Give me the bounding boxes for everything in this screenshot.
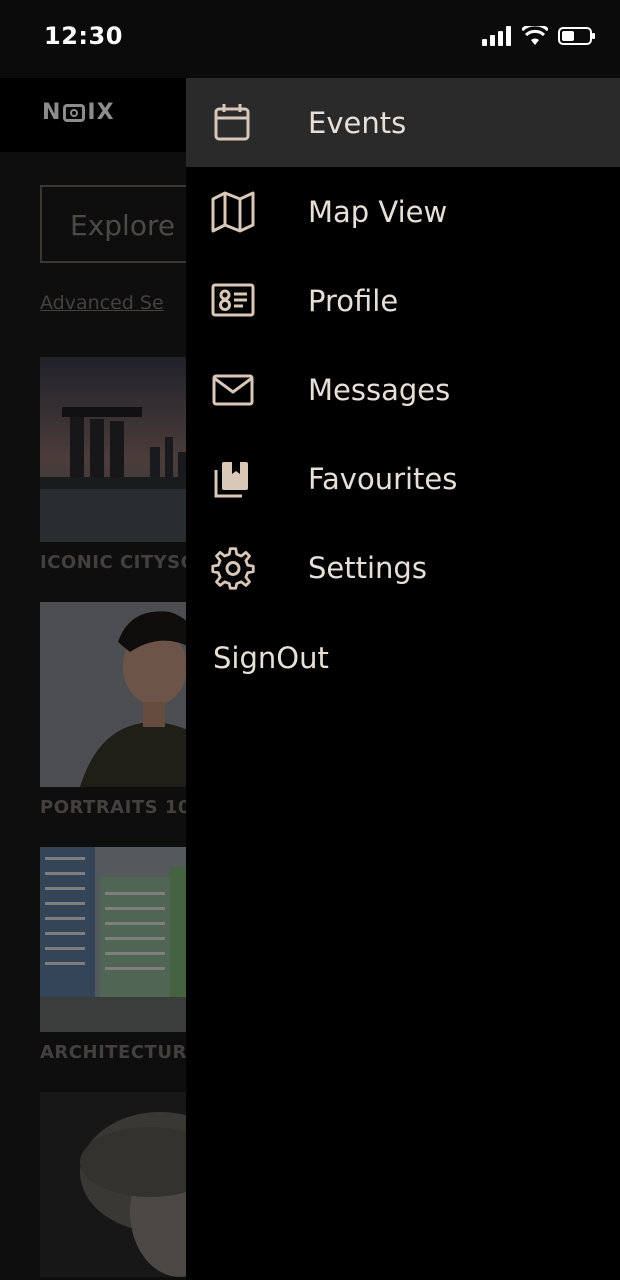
signal-icon [482, 26, 511, 46]
side-drawer: Events Map View Profile Messages Favouri… [186, 78, 620, 1280]
signout-button[interactable]: SignOut [213, 641, 329, 675]
logo-text-left: N [42, 100, 62, 125]
drawer-item-label: Favourites [308, 462, 458, 496]
status-bar: 12:30 [0, 0, 620, 78]
status-time: 12:30 [44, 22, 123, 50]
id-card-icon [211, 283, 255, 317]
logo-text-right: IX [87, 100, 115, 125]
drawer-item-label: Settings [308, 551, 427, 585]
drawer-item-label: Messages [308, 373, 451, 407]
drawer-item-map-view[interactable]: Map View [186, 167, 620, 256]
bookmark-icon [214, 462, 248, 498]
app-logo[interactable]: N IX [42, 100, 115, 125]
calendar-icon [214, 104, 250, 141]
drawer-item-events[interactable]: Events [186, 78, 620, 167]
gear-icon [211, 547, 255, 590]
drawer-item-settings[interactable]: Settings [186, 523, 620, 612]
battery-icon [558, 27, 595, 45]
status-icons [482, 26, 596, 46]
drawer-item-label: Events [308, 106, 407, 140]
map-icon [211, 191, 255, 233]
wifi-icon [522, 26, 548, 45]
drawer-item-label: Profile [308, 284, 399, 318]
drawer-item-label: Map View [308, 195, 448, 229]
drawer-item-profile[interactable]: Profile [186, 256, 620, 345]
camera-logo-icon [63, 103, 86, 122]
overlay-dim[interactable] [0, 150, 186, 1280]
drawer-item-messages[interactable]: Messages [186, 345, 620, 434]
envelope-icon [212, 374, 254, 406]
drawer-item-favourites[interactable]: Favourites [186, 434, 620, 523]
